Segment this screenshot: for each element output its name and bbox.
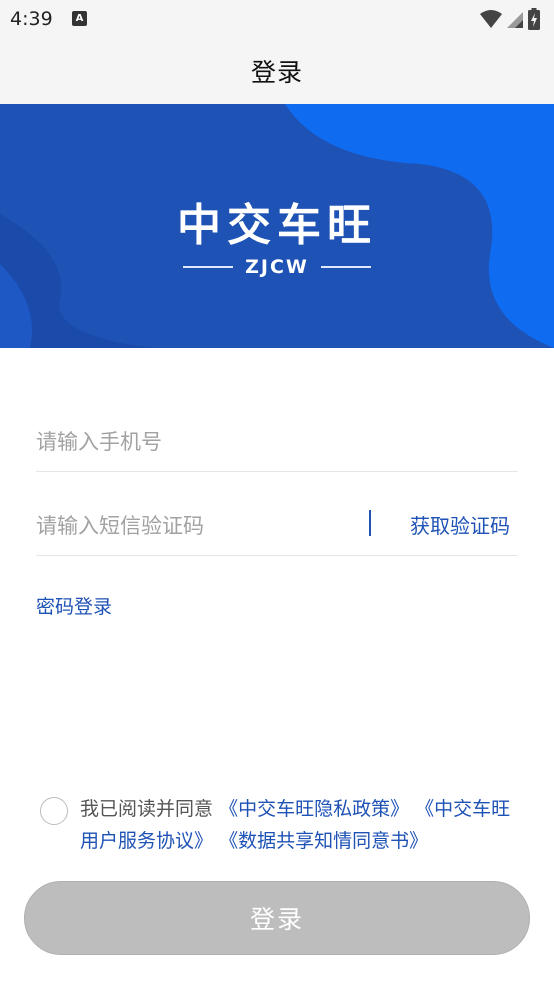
wifi-icon [480,10,502,28]
brand-abbreviation: ZJCW [245,256,309,278]
brand-logo: 中交车旺 ZJCW [0,200,554,278]
battery-charging-icon [528,8,540,30]
brand-banner: 中交车旺 ZJCW [0,104,554,348]
brand-subtitle: ZJCW [0,256,554,278]
brand-line-right [320,266,371,268]
agreement-text: 我已阅读并同意 《中交车旺隐私政策》 《中交车旺用户服务协议》 《数据共享知情同… [80,793,520,857]
password-login-link[interactable]: 密码登录 [36,592,112,619]
sms-code-input[interactable] [36,513,356,538]
login-screen: 4:39 A 登录 中交车旺 ZJCW 请输入手机号 请输入短信验证码 获取验证… [0,0,554,985]
sms-code-field: 获取验证码 [36,496,518,556]
privacy-policy-link[interactable]: 《中交车旺隐私政策》 [219,798,409,820]
phone-input[interactable] [36,429,518,454]
status-icons [480,8,540,30]
agreement-checkbox[interactable] [40,797,68,825]
phone-field [36,412,518,472]
status-bar: 4:39 A [0,0,554,38]
cellular-signal-icon [507,12,523,28]
status-time: 4:39 [10,8,53,30]
login-button[interactable]: 登录 [24,881,530,955]
agreement-prefix: 我已阅读并同意 [80,798,214,820]
code-divider [369,510,371,536]
title-bar: 登录 [0,38,554,104]
page-title: 登录 [250,58,303,87]
notification-a-icon: A [72,11,87,26]
brand-line-left [183,266,234,268]
data-sharing-consent-link[interactable]: 《数据共享知情同意书》 [219,830,428,852]
get-code-button[interactable]: 获取验证码 [410,510,510,539]
brand-name: 中交车旺 [177,200,377,251]
